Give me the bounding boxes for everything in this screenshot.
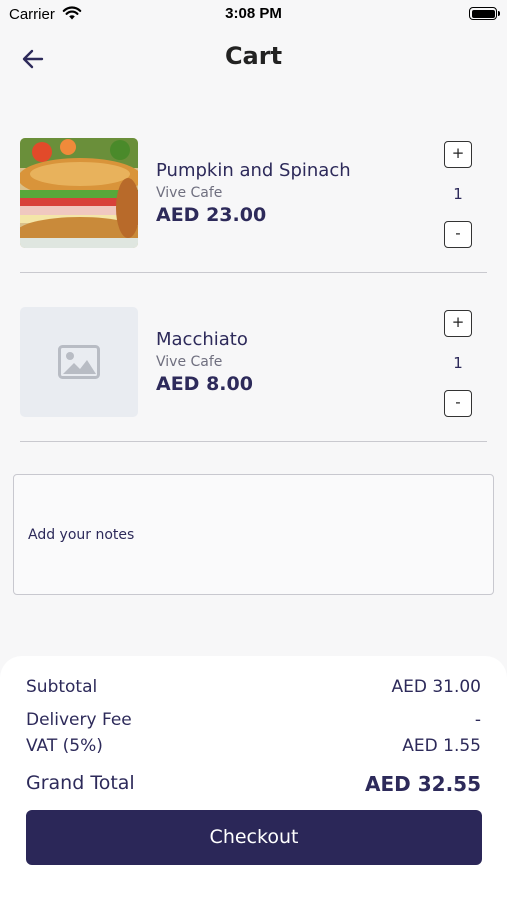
decrease-quantity-button[interactable]: -	[444, 390, 472, 417]
header: Cart	[0, 36, 507, 82]
item-name: Pumpkin and Spinach	[156, 160, 351, 181]
order-summary: Subtotal AED 31.00 Delivery Fee - VAT (5…	[0, 656, 507, 900]
cart-item: Pumpkin and Spinach Vive Cafe AED 23.00 …	[20, 138, 487, 273]
vat-label: VAT (5%)	[26, 736, 103, 756]
item-image[interactable]	[20, 307, 138, 417]
checkout-button[interactable]: Checkout	[26, 810, 482, 865]
sandwich-photo	[20, 138, 138, 248]
item-name: Macchiato	[156, 329, 248, 350]
status-bar: Carrier 3:08 PM	[0, 0, 507, 28]
delivery-fee-value: -	[474, 710, 481, 730]
page-title: Cart	[224, 42, 283, 70]
notes-input[interactable]: Add your notes	[13, 474, 494, 595]
battery-icon	[469, 7, 500, 20]
decrease-quantity-button[interactable]: -	[444, 221, 472, 248]
quantity-value: 1	[453, 354, 463, 372]
item-vendor: Vive Cafe	[156, 185, 223, 201]
delivery-fee-label: Delivery Fee	[26, 710, 132, 730]
item-price: AED 23.00	[156, 204, 267, 226]
increase-quantity-button[interactable]: +	[444, 310, 472, 337]
cart-item: Macchiato Vive Cafe AED 8.00 + 1 -	[20, 307, 487, 442]
image-placeholder-icon	[58, 345, 100, 379]
status-time: 3:08 PM	[225, 5, 282, 22]
vat-value: AED 1.55	[402, 736, 481, 756]
increase-quantity-button[interactable]: +	[444, 141, 472, 168]
notes-placeholder: Add your notes	[28, 527, 135, 543]
subtotal-label: Subtotal	[26, 677, 98, 697]
quantity-value: 1	[453, 185, 463, 203]
grand-total-label: Grand Total	[26, 772, 135, 794]
subtotal-value: AED 31.00	[391, 677, 481, 697]
item-price: AED 8.00	[156, 373, 253, 395]
grand-total-value: AED 32.55	[365, 772, 481, 796]
item-image[interactable]	[20, 138, 138, 248]
item-vendor: Vive Cafe	[156, 354, 223, 370]
